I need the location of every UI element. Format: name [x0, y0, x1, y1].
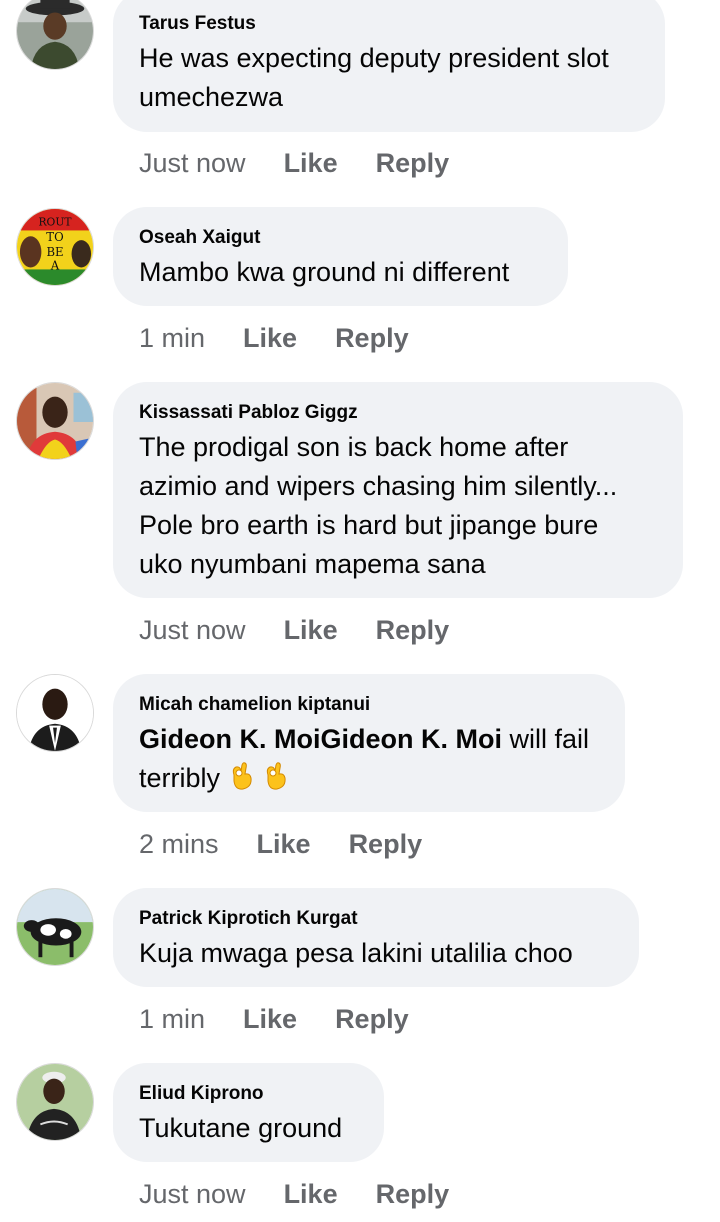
comment-timestamp[interactable]: 1 min: [139, 321, 205, 355]
comment-text: He was expecting deputy president slot u…: [139, 43, 609, 112]
comment-timestamp[interactable]: Just now: [139, 1177, 246, 1211]
comment-timestamp[interactable]: Just now: [139, 146, 246, 180]
comment-author[interactable]: Tarus Festus: [139, 11, 639, 37]
avatar[interactable]: [16, 888, 94, 966]
reply-button[interactable]: Reply: [335, 321, 409, 355]
like-button[interactable]: Like: [284, 613, 338, 647]
avatar[interactable]: [16, 0, 94, 70]
comment-author[interactable]: Patrick Kiprotich Kurgat: [139, 906, 613, 932]
avatar[interactable]: [16, 382, 94, 460]
ok-hand-icon: [230, 761, 254, 791]
comment-bubble: Patrick Kiprotich Kurgat Kuja mwaga pesa…: [113, 888, 639, 987]
reply-button[interactable]: Reply: [376, 146, 450, 180]
comment-timestamp[interactable]: 1 min: [139, 1002, 205, 1036]
svg-text:TO: TO: [46, 230, 63, 244]
comment-timestamp[interactable]: Just now: [139, 613, 246, 647]
avatar-badge-text: ROUT: [39, 216, 73, 229]
reply-button[interactable]: Reply: [376, 613, 450, 647]
like-button[interactable]: Like: [284, 146, 338, 180]
reply-button[interactable]: Reply: [335, 1002, 409, 1036]
ok-hand-icon: [264, 761, 288, 791]
comment-text: Kuja mwaga pesa lakini utalilia choo: [139, 938, 573, 968]
comment-text: Tukutane ground: [139, 1113, 343, 1143]
comment-timestamp[interactable]: 2 mins: [139, 827, 219, 861]
comment-bubble: Micah chamelion kiptanui Gideon K. MoiGi…: [113, 674, 625, 812]
comment-author[interactable]: Oseah Xaigut: [139, 225, 542, 251]
like-button[interactable]: Like: [243, 321, 297, 355]
comment-author[interactable]: Eliud Kiprono: [139, 1081, 358, 1107]
comment-actions: 2 mins Like Reply: [139, 827, 422, 861]
like-button[interactable]: Like: [284, 1177, 338, 1211]
reply-button[interactable]: Reply: [349, 827, 423, 861]
comment-actions: 1 min Like Reply: [139, 321, 409, 355]
like-button[interactable]: Like: [243, 1002, 297, 1036]
comment-author[interactable]: Kissassati Pabloz Giggz: [139, 400, 657, 426]
avatar[interactable]: [16, 1063, 94, 1141]
avatar[interactable]: ROUT TO BE A: [16, 208, 94, 286]
comment-bubble: Kissassati Pabloz Giggz The prodigal son…: [113, 382, 683, 598]
comment-actions: 1 min Like Reply: [139, 1002, 409, 1036]
mention-link[interactable]: Gideon K. MoiGideon K. Moi: [139, 724, 502, 754]
comment-text: Mambo kwa ground ni different: [139, 257, 510, 287]
svg-text:BE: BE: [46, 245, 63, 259]
avatar[interactable]: [16, 674, 94, 752]
comment-actions: Just now Like Reply: [139, 1177, 449, 1211]
comment-bubble: Eliud Kiprono Tukutane ground: [113, 1063, 384, 1162]
reply-button[interactable]: Reply: [376, 1177, 450, 1211]
comment-bubble: Oseah Xaigut Mambo kwa ground ni differe…: [113, 207, 568, 306]
comment-text: The prodigal son is back home after azim…: [139, 432, 618, 579]
like-button[interactable]: Like: [257, 827, 311, 861]
comment-actions: Just now Like Reply: [139, 613, 449, 647]
comment-bubble: Tarus Festus He was expecting deputy pre…: [113, 0, 665, 132]
comment-actions: Just now Like Reply: [139, 146, 449, 180]
svg-text:A: A: [50, 258, 60, 272]
comment-text: Gideon K. MoiGideon K. Moi will fail ter…: [139, 724, 589, 793]
comment-author[interactable]: Micah chamelion kiptanui: [139, 692, 599, 718]
